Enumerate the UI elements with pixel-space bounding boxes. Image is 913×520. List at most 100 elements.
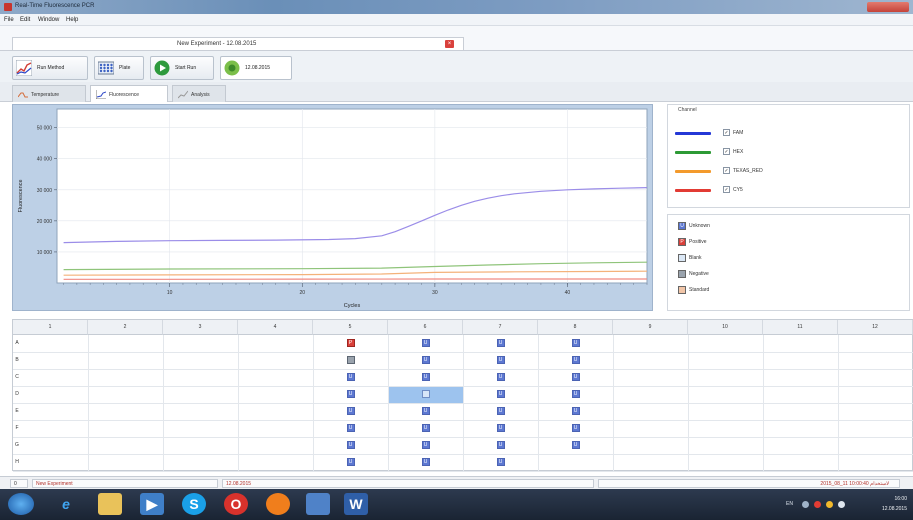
well-b5[interactable]: [346, 356, 355, 364]
internet-explorer-icon[interactable]: e: [54, 493, 78, 515]
opera-icon[interactable]: O: [224, 493, 248, 515]
row-header-f[interactable]: F: [13, 425, 21, 431]
network-app-icon[interactable]: [306, 493, 330, 515]
plate-button[interactable]: Plate: [94, 56, 144, 80]
clock-time[interactable]: 16:00: [894, 496, 907, 502]
row-header-b[interactable]: B: [13, 357, 21, 363]
channel-row-hex[interactable]: ✓ HEX: [675, 147, 875, 157]
tray-arrow-icon[interactable]: [802, 501, 809, 508]
file-explorer-icon[interactable]: [98, 493, 122, 515]
well-a8[interactable]: U: [571, 339, 580, 347]
well-e5[interactable]: U: [346, 407, 355, 415]
channel-checkbox[interactable]: ✓: [723, 167, 730, 174]
document-tab[interactable]: New Experiment - 12.08.2015 ×: [12, 37, 464, 50]
column-header-7[interactable]: 7: [463, 320, 538, 335]
legend-row-standard: Standard: [678, 285, 878, 295]
window-close-button[interactable]: [867, 2, 909, 12]
fluorescence-chart[interactable]: 10 000 20 000 30 000 40 000 50 000 10 20 30 40 Cy…: [13, 105, 654, 312]
well-h6[interactable]: U: [421, 458, 430, 466]
column-header-2[interactable]: 2: [88, 320, 163, 335]
well-f8[interactable]: U: [571, 424, 580, 432]
tab-fluorescence[interactable]: Fluorescence: [90, 85, 168, 102]
tray-network-icon[interactable]: [826, 501, 833, 508]
well-c5[interactable]: U: [346, 373, 355, 381]
well-d6[interactable]: [421, 390, 430, 398]
well-g6[interactable]: U: [421, 441, 430, 449]
row-header-a[interactable]: A: [13, 340, 21, 346]
well-g5[interactable]: U: [346, 441, 355, 449]
firefox-icon[interactable]: [266, 493, 290, 515]
plate-icon: [98, 61, 114, 75]
column-header-1[interactable]: 1: [13, 320, 88, 335]
column-header-6[interactable]: 6: [388, 320, 463, 335]
tab-analysis[interactable]: Analysis: [172, 85, 226, 102]
column-header-8[interactable]: 8: [538, 320, 613, 335]
media-player-icon[interactable]: ▶: [140, 493, 164, 515]
clock-date[interactable]: 12.08.2015: [882, 506, 907, 512]
channel-row-fam[interactable]: ✓ FAM: [675, 128, 875, 138]
tab-temperature[interactable]: Temperature: [12, 85, 86, 102]
well-d8[interactable]: U: [571, 390, 580, 398]
well-d7[interactable]: U: [496, 390, 505, 398]
menu-edit[interactable]: Edit: [20, 17, 30, 23]
well-b6[interactable]: U: [421, 356, 430, 364]
well-a6[interactable]: U: [421, 339, 430, 347]
well-a5[interactable]: P: [346, 339, 355, 347]
channel-checkbox[interactable]: ✓: [723, 186, 730, 193]
well-a7[interactable]: U: [496, 339, 505, 347]
tab-temperature-label: Temperature: [31, 92, 60, 98]
column-header-12[interactable]: 12: [838, 320, 913, 335]
column-header-4[interactable]: 4: [238, 320, 313, 335]
channel-row-cy5[interactable]: ✓ CY5: [675, 185, 875, 195]
channel-row-texas_red[interactable]: ✓ TEXAS_RED: [675, 166, 875, 176]
channel-checkbox[interactable]: ✓: [723, 148, 730, 155]
menu-window[interactable]: Window: [38, 17, 59, 23]
well-e8[interactable]: U: [571, 407, 580, 415]
well-e7[interactable]: U: [496, 407, 505, 415]
tray-volume-icon[interactable]: [838, 501, 845, 508]
row-divider: [13, 386, 913, 387]
window-title-bar[interactable]: Real-Time Fluorescence PCR: [0, 0, 913, 14]
row-divider: [13, 352, 913, 353]
run-status-tab[interactable]: 12.08.2015: [220, 56, 292, 80]
run-status-label: 12.08.2015: [245, 65, 271, 71]
x-tick-label: 10: [167, 290, 173, 296]
well-b7[interactable]: U: [496, 356, 505, 364]
well-c8[interactable]: U: [571, 373, 580, 381]
well-f5[interactable]: U: [346, 424, 355, 432]
column-header-9[interactable]: 9: [613, 320, 688, 335]
row-header-g[interactable]: G: [13, 442, 21, 448]
row-header-h[interactable]: H: [13, 459, 21, 465]
word-icon[interactable]: W: [344, 493, 368, 515]
skype-icon[interactable]: S: [182, 493, 206, 515]
well-g8[interactable]: U: [571, 441, 580, 449]
menu-file[interactable]: File: [4, 17, 14, 23]
close-icon[interactable]: ×: [445, 40, 454, 48]
well-g7[interactable]: U: [496, 441, 505, 449]
well-e6[interactable]: U: [421, 407, 430, 415]
row-divider: [13, 420, 913, 421]
column-header-10[interactable]: 10: [688, 320, 763, 335]
well-f7[interactable]: U: [496, 424, 505, 432]
start-run-button[interactable]: Start Run: [150, 56, 214, 80]
well-b8[interactable]: U: [571, 356, 580, 364]
well-c7[interactable]: U: [496, 373, 505, 381]
row-header-e[interactable]: E: [13, 408, 21, 414]
menu-help[interactable]: Help: [66, 17, 78, 23]
channel-color-swatch: [675, 189, 711, 192]
run-method-button[interactable]: Run Method: [12, 56, 88, 80]
column-header-11[interactable]: 11: [763, 320, 838, 335]
column-header-5[interactable]: 5: [313, 320, 388, 335]
tray-flag-icon[interactable]: [814, 501, 821, 508]
well-h5[interactable]: U: [346, 458, 355, 466]
column-header-3[interactable]: 3: [163, 320, 238, 335]
row-header-d[interactable]: D: [13, 391, 21, 397]
well-d5[interactable]: U: [346, 390, 355, 398]
well-f6[interactable]: U: [421, 424, 430, 432]
row-header-c[interactable]: C: [13, 374, 21, 380]
well-h7[interactable]: U: [496, 458, 505, 466]
well-c6[interactable]: U: [421, 373, 430, 381]
language-indicator[interactable]: EN: [786, 501, 793, 507]
start-button-icon[interactable]: [8, 493, 34, 515]
channel-checkbox[interactable]: ✓: [723, 129, 730, 136]
